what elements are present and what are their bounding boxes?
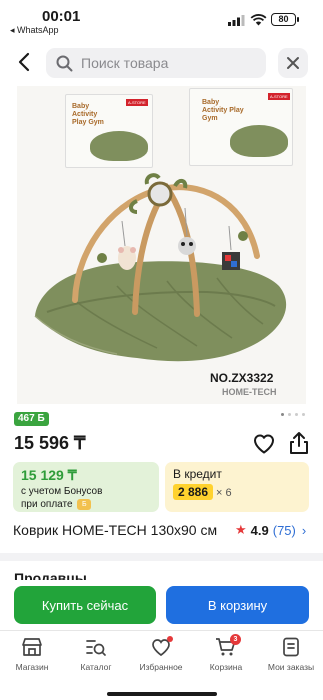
pagination-dot[interactable]: [295, 413, 298, 416]
search-icon: [56, 55, 73, 71]
search-header: Поиск товара: [0, 40, 323, 86]
tab-label: Избранное: [139, 662, 183, 672]
cart-count-badge: 3: [230, 634, 241, 645]
tab-shop[interactable]: Магазин: [0, 637, 64, 672]
close-button[interactable]: [278, 48, 308, 78]
signal-icon: [228, 15, 245, 26]
tab-label: Мои заказы: [267, 662, 315, 672]
installment-amount: 2 886: [173, 484, 214, 500]
product-title: Коврик HOME-TECH 130x90 см: [13, 522, 218, 538]
bonus-coin-icon: Б: [77, 498, 92, 510]
tab-label: Каталог: [80, 662, 112, 672]
pagination-dot[interactable]: [302, 413, 305, 416]
image-pagination: [281, 413, 305, 416]
pagination-dot[interactable]: [281, 413, 284, 416]
back-button[interactable]: [10, 48, 38, 76]
credit-title: В кредит: [173, 467, 222, 481]
wifi-icon: [250, 14, 267, 26]
model-number: NO.ZX3322: [210, 371, 274, 385]
back-to-app-link[interactable]: ◂ WhatsApp: [10, 25, 59, 36]
notification-dot: [167, 636, 173, 642]
credit-installment-row: 2 886 × 6: [173, 484, 301, 500]
tab-orders[interactable]: Мои заказы: [259, 637, 323, 672]
review-count: (75): [272, 522, 296, 538]
search-placeholder: Поиск товара: [81, 55, 169, 71]
play-gym-illustration: [34, 173, 287, 362]
tab-label: Корзина: [209, 662, 243, 672]
tab-bar: Магазин Каталог Избранное 3 Корзина Мои …: [0, 630, 323, 700]
tab-label: Магазин: [15, 662, 49, 672]
pagination-dot[interactable]: [288, 413, 291, 416]
brand-caption: HOME-TECH: [222, 387, 277, 397]
section-divider: [0, 553, 323, 561]
status-time: 00:01: [42, 8, 81, 25]
bonus-price-amount: 15 129 ₸: [21, 467, 77, 483]
action-bar: Купить сейчас В корзину: [0, 580, 323, 628]
bonus-price-note: с учетом Бонусов при оплате Б: [21, 485, 151, 511]
share-icon: [290, 432, 308, 454]
tab-catalog[interactable]: Каталог: [64, 637, 128, 672]
bonus-price-card[interactable]: 15 129 ₸ с учетом Бонусов при оплате Б: [13, 462, 159, 512]
rating-value: 4.9: [250, 522, 269, 538]
tab-favorites[interactable]: Избранное: [129, 636, 193, 672]
rating-link[interactable]: ★ 4.9 (75) ›: [235, 522, 306, 538]
orders-icon: [283, 637, 299, 657]
product-image[interactable]: Baby Activity Play Gym A-STORE Baby Acti…: [17, 86, 306, 404]
product-title-row: Коврик HOME-TECH 130x90 см ★ 4.9 (75) ›: [13, 520, 313, 540]
bonus-note-line1: с учетом Бонусов: [21, 486, 103, 497]
home-indicator: [107, 692, 217, 696]
chevron-left-icon: [18, 52, 30, 72]
status-bar: 00:01 ◂ WhatsApp 80: [0, 0, 323, 40]
star-icon: ★: [235, 522, 247, 537]
price: 15 596 ₸: [14, 433, 86, 453]
favorite-button[interactable]: [252, 432, 276, 456]
chevron-right-icon: ›: [301, 522, 307, 538]
credit-card[interactable]: В кредит 2 886 × 6: [165, 462, 309, 512]
add-to-cart-button[interactable]: В корзину: [166, 586, 309, 624]
search-input[interactable]: Поиск товара: [46, 48, 266, 78]
catalog-icon: [86, 640, 106, 656]
tab-cart[interactable]: 3 Корзина: [194, 634, 258, 672]
shop-icon: [22, 638, 42, 656]
installment-multiplier: × 6: [216, 487, 232, 499]
close-icon: [287, 57, 299, 69]
battery-icon: 80: [271, 13, 299, 26]
bonus-note-line2: при оплате: [21, 499, 73, 510]
bonus-badge: 467 Б: [14, 412, 49, 426]
heart-icon: [254, 434, 274, 454]
share-button[interactable]: [288, 431, 310, 455]
buy-now-button[interactable]: Купить сейчас: [14, 586, 156, 624]
